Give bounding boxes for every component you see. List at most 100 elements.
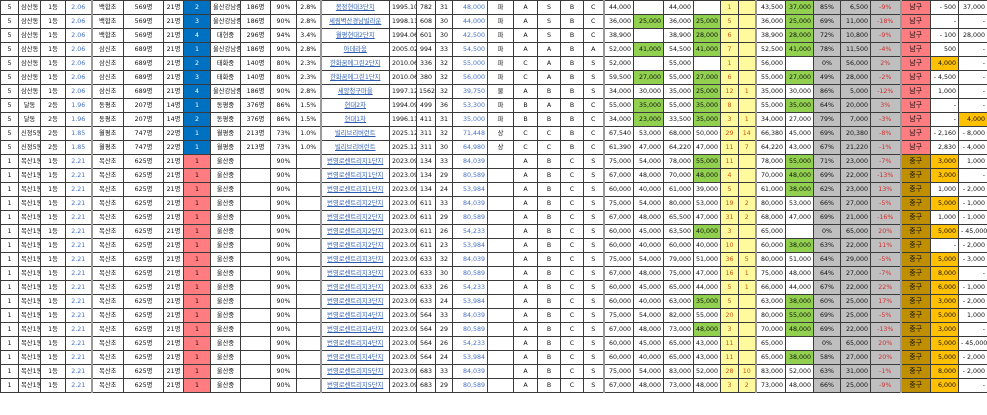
mid-rate-cell[interactable]: 90% [270, 210, 297, 225]
grade-a-cell[interactable]: C [513, 70, 538, 85]
elementary-school-cell[interactable]: 복산초 [90, 168, 124, 183]
dong-cell[interactable]: 삼산동 [18, 28, 41, 43]
change-rate-cell[interactable]: -8% [870, 126, 901, 141]
jeonse-price-2-cell[interactable]: 53,000 [693, 196, 721, 211]
gu-cell[interactable]: 중구 [899, 210, 931, 225]
apartment-name-cell[interactable]: 번영로센트리지4단지 [319, 336, 390, 351]
mid-students-cell[interactable] [240, 350, 271, 365]
gap-cell[interactable]: 27,000 [840, 266, 871, 281]
gu-cell[interactable]: 남구 [899, 14, 931, 29]
grade-a-cell[interactable]: A [513, 28, 538, 43]
listing-count-cell[interactable]: 3 [720, 112, 739, 127]
school-rank-cell[interactable]: 2등 [40, 126, 66, 141]
school-score-cell[interactable]: 2.06 [65, 28, 92, 43]
class-size-cell[interactable]: 21명 [163, 224, 184, 239]
school-rank-cell[interactable]: 1등 [40, 308, 66, 323]
class-size-cell[interactable]: 21명 [163, 182, 184, 197]
sale-price-2-cell[interactable]: 63,500 [663, 224, 694, 239]
grade-b-cell[interactable]: B [537, 308, 561, 323]
sale-price-2-cell[interactable]: 65,500 [663, 210, 694, 225]
gu-cell[interactable]: 중구 [899, 252, 931, 267]
jeonse-ratio-cell[interactable]: 72% [813, 28, 841, 43]
apartment-name-cell[interactable]: 세양청구마을 [319, 84, 390, 99]
elem-students-cell[interactable]: 569명 [123, 14, 164, 29]
mid-students-cell[interactable]: 186명 [240, 14, 271, 29]
gap-cell[interactable]: 21,000 [840, 210, 871, 225]
middle-school-cell[interactable]: 울산중 [210, 182, 241, 197]
grade-c-cell[interactable]: C [560, 210, 584, 225]
diff-2-cell[interactable]: - 2,000 [958, 364, 987, 379]
price-cell[interactable]: 80,589 [452, 266, 488, 281]
grade-c-cell[interactable]: C [560, 308, 584, 323]
sale-price-1-cell[interactable]: 60,000 [602, 280, 634, 295]
elementary-school-cell[interactable]: 복산초 [90, 350, 124, 365]
households-cell[interactable]: 1562 [416, 84, 436, 99]
pyeong-cell[interactable]: 30 [435, 14, 453, 29]
diff-2-cell[interactable]: - [958, 168, 987, 183]
elementary-school-cell[interactable]: 복산초 [90, 322, 124, 337]
middle-school-rank-cell[interactable]: 1 [183, 364, 211, 379]
elem-students-cell[interactable]: 625명 [123, 224, 164, 239]
elem-students-cell[interactable]: 569명 [123, 0, 164, 15]
listing-count-cell[interactable]: 20 [720, 308, 739, 323]
class-size-cell[interactable]: 21명 [163, 252, 184, 267]
pyeong-cell[interactable]: 30 [435, 266, 453, 281]
jeonse-price-1-cell[interactable]: 54,000 [633, 154, 664, 169]
gu-cell[interactable]: 중구 [899, 350, 931, 365]
diff-2-cell[interactable]: - [958, 322, 987, 337]
district-code-cell[interactable]: 5 [0, 56, 19, 71]
households-cell[interactable]: 633 [416, 252, 436, 267]
diff-2-cell[interactable]: 4,000 [958, 112, 987, 127]
pyeong-cell[interactable]: 32 [435, 56, 453, 71]
dong-cell[interactable]: 복산1동 [18, 364, 41, 379]
apartment-name-cell[interactable]: 번영로센트리지5단지 [319, 364, 390, 379]
gu-cell[interactable]: 중구 [899, 364, 931, 379]
elementary-school-cell[interactable]: 동평초 [90, 112, 124, 127]
gu-cell[interactable]: 중구 [899, 322, 931, 337]
elem-students-cell[interactable]: 625명 [123, 308, 164, 323]
gap-cell[interactable]: 25,000 [840, 378, 871, 393]
type-cell[interactable]: 물 [487, 84, 514, 99]
mid-ratio-cell[interactable]: 1.0% [296, 140, 321, 155]
mid-students-cell[interactable]: 296명 [240, 28, 271, 43]
diff-1-cell[interactable]: 5,000 [930, 336, 959, 351]
diff-2-cell[interactable]: 1,000 [958, 154, 987, 169]
school-rank-cell[interactable]: 1등 [40, 168, 66, 183]
mid-ratio-cell[interactable] [296, 168, 321, 183]
sale-price-1-cell[interactable]: 52,000 [602, 56, 634, 71]
jeonse-price-2-cell[interactable]: 28,000 [693, 28, 721, 43]
dong-cell[interactable]: 복산1동 [18, 350, 41, 365]
sale-price-1-cell[interactable]: 60,000 [602, 294, 634, 309]
grade-b-cell[interactable]: S [537, 14, 561, 29]
households-cell[interactable]: 311 [416, 126, 436, 141]
sale-price-2-cell[interactable]: 65,000 [663, 336, 694, 351]
jeonse-price-3-cell[interactable]: 52,000 [785, 364, 814, 379]
mid-rate-cell[interactable]: 94% [270, 28, 297, 43]
jeonse-price-2-cell[interactable]: 40,000 [693, 224, 721, 239]
type-cell[interactable] [487, 252, 514, 267]
grade-b-cell[interactable]: B [537, 224, 561, 239]
built-date-cell[interactable]: 2023.09 [389, 210, 417, 225]
sale-price-1-cell[interactable]: 75,000 [602, 154, 634, 169]
jeonse-ratio-cell[interactable]: 58% [813, 350, 841, 365]
mid-rate-cell[interactable]: 90% [270, 182, 297, 197]
grade-c-cell[interactable]: C [560, 224, 584, 239]
grade-b-cell[interactable]: B [537, 280, 561, 295]
grade-c-cell[interactable]: B [560, 140, 584, 155]
gu-cell[interactable]: 중구 [899, 168, 931, 183]
grade-d-cell[interactable]: S [583, 266, 604, 281]
grade-b-cell[interactable]: A [537, 70, 561, 85]
mid-students-cell[interactable] [240, 168, 271, 183]
pyeong-cell[interactable]: 32 [435, 84, 453, 99]
type-cell[interactable] [487, 210, 514, 225]
middle-school-cell[interactable]: 울산중 [210, 378, 241, 393]
grade-d-cell[interactable]: S [583, 378, 604, 393]
jeonse-ratio-cell[interactable]: 0% [813, 336, 841, 351]
built-date-cell[interactable]: 1996.11 [389, 112, 417, 127]
jeonse-ratio-cell[interactable]: 69% [813, 168, 841, 183]
mid-ratio-cell[interactable]: 2.8% [296, 0, 321, 15]
mid-rate-cell[interactable]: 90% [270, 294, 297, 309]
diff-1-cell[interactable]: 5,000 [930, 350, 959, 365]
gu-cell[interactable]: 남구 [899, 42, 931, 57]
dong-cell[interactable]: 달동 [18, 112, 41, 127]
